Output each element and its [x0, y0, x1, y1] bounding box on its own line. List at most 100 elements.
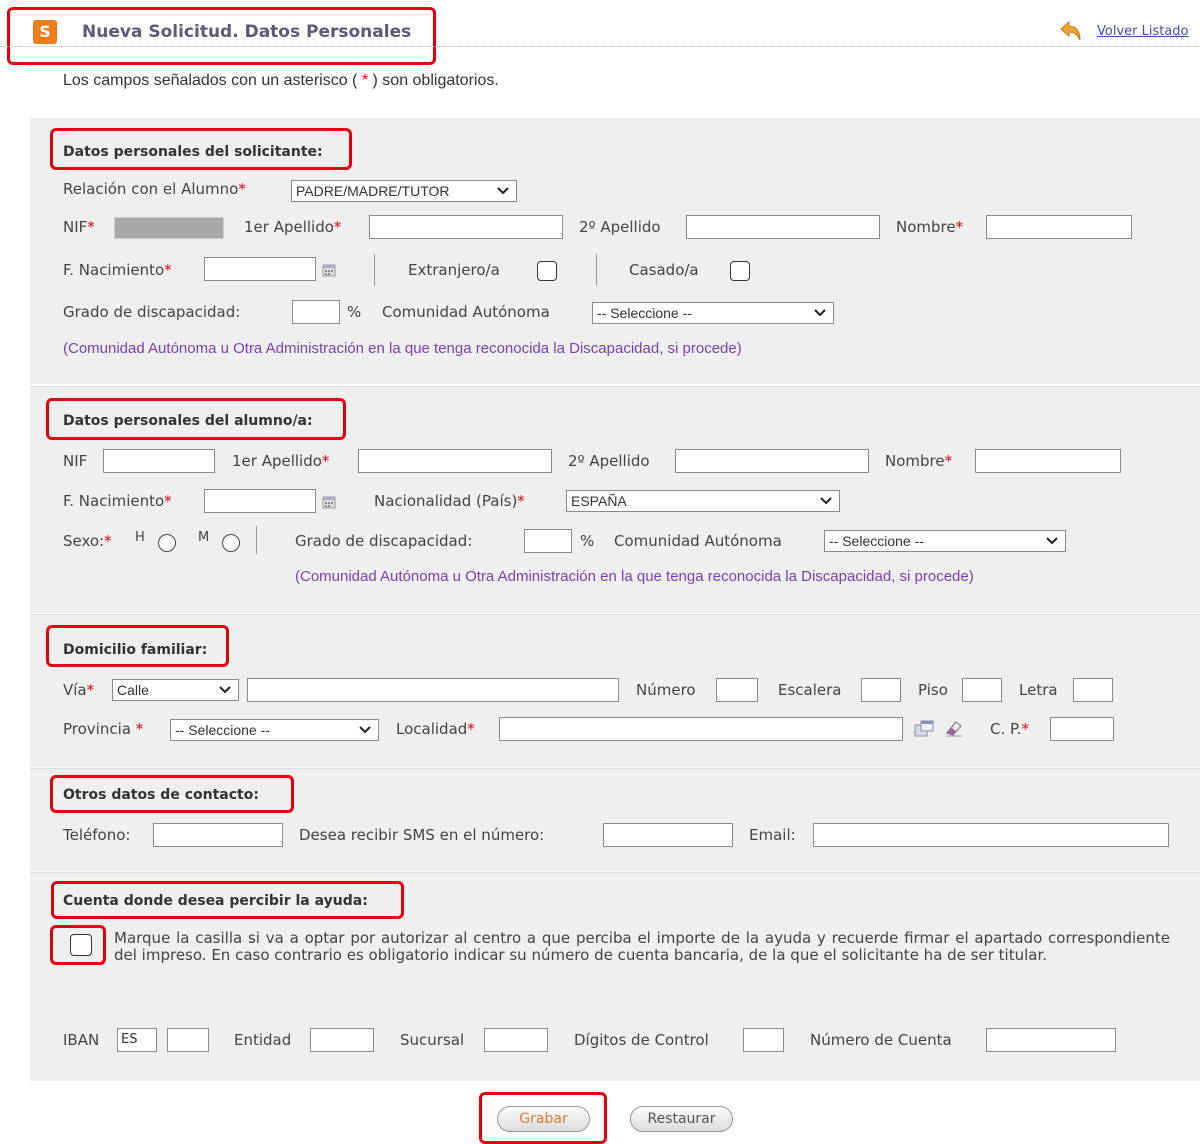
sexo-label: Sexo:* [63, 532, 112, 550]
via-name-field[interactable] [247, 678, 619, 702]
provincia-select[interactable]: -- Seleccione -- [170, 719, 379, 741]
alumno-nombre-field[interactable] [975, 449, 1121, 473]
numero-cuenta-label: Número de Cuenta [810, 1031, 952, 1049]
eraser-icon[interactable] [944, 719, 964, 737]
fnac-label: F. Nacimiento* [63, 261, 172, 279]
localidad-field[interactable] [499, 717, 903, 741]
nif-label: NIF* [63, 218, 95, 236]
alumno-comunidad-select[interactable]: -- Seleccione -- [824, 530, 1066, 552]
nacionalidad-label: Nacionalidad (País)* [374, 492, 525, 510]
iban-country-field[interactable]: ES [117, 1028, 157, 1052]
via-label: Vía* [63, 681, 95, 699]
chevron-down-icon [359, 726, 371, 734]
percent-label: % [580, 532, 595, 550]
provincia-label: Provincia * [63, 720, 144, 738]
extranjero-label: Extranjero/a [408, 261, 500, 279]
required-fields-note: Los campos señalados con un asterisco ( … [63, 72, 499, 89]
comunidad-label: Comunidad Autónoma [382, 303, 550, 321]
calendar-icon[interactable] [322, 495, 336, 509]
letra-field[interactable] [1073, 678, 1113, 702]
iban-label: IBAN [63, 1031, 100, 1049]
via-select[interactable]: Calle [112, 679, 239, 701]
alumno-comunidad-label: Comunidad Autónoma [614, 532, 782, 550]
sexo-h-label: H [135, 530, 145, 545]
chevron-down-icon [497, 187, 509, 195]
digitos-field[interactable] [743, 1028, 784, 1052]
sexo-h-radio[interactable] [158, 534, 176, 552]
numero-label: Número [636, 681, 696, 699]
nombre-field[interactable] [986, 215, 1132, 239]
divider [256, 526, 257, 554]
email-label: Email: [749, 826, 796, 844]
sms-field[interactable] [603, 823, 733, 847]
divider [374, 254, 375, 286]
alumno-apellido1-label: 1er Apellido* [232, 452, 330, 470]
alumno-nif-field[interactable] [103, 449, 215, 473]
sms-label: Desea recibir SMS en el número: [299, 826, 545, 844]
alumno-fnac-field[interactable] [204, 489, 316, 513]
comunidad-select[interactable]: -- Seleccione -- [592, 302, 834, 324]
localidad-label: Localidad* [396, 720, 475, 738]
discapacidad-label: Grado de discapacidad: [63, 303, 241, 321]
entidad-field[interactable] [310, 1028, 374, 1052]
extranjero-checkbox[interactable] [537, 261, 557, 281]
restaurar-button[interactable]: Restaurar [630, 1106, 733, 1132]
divider [596, 254, 597, 286]
alumno-apellido1-field[interactable] [358, 449, 552, 473]
discapacidad-note: (Comunidad Autónoma u Otra Administració… [63, 340, 742, 357]
nombre-label: Nombre* [896, 218, 964, 236]
apellido2-field[interactable] [686, 215, 880, 239]
sexo-m-label: M [198, 530, 210, 545]
nif-field[interactable] [114, 217, 224, 239]
telefono-label: Teléfono: [63, 826, 131, 844]
alumno-apellido2-field[interactable] [675, 449, 869, 473]
escalera-label: Escalera [778, 681, 842, 699]
escalera-field[interactable] [861, 678, 901, 702]
sucursal-field[interactable] [484, 1028, 548, 1052]
autorizar-centro-checkbox[interactable] [70, 934, 92, 956]
telefono-field[interactable] [153, 823, 283, 847]
apellido2-label: 2º Apellido [579, 218, 661, 236]
chevron-down-icon [1046, 537, 1058, 545]
grabar-button[interactable]: Grabar [497, 1106, 590, 1132]
alumno-discapacidad-label: Grado de discapacidad: [295, 532, 473, 550]
chevron-down-icon [820, 497, 832, 505]
casado-checkbox[interactable] [730, 261, 750, 281]
header-divider [0, 46, 1200, 47]
iban-check-field[interactable] [167, 1028, 209, 1052]
numero-field[interactable] [716, 678, 758, 702]
alumno-nif-label: NIF [63, 452, 88, 470]
back-arrow-icon[interactable] [1058, 20, 1082, 42]
chevron-down-icon [219, 686, 231, 694]
nacionalidad-select[interactable]: ESPAÑA [566, 490, 840, 512]
section-title-solicitante: Datos personales del solicitante: [63, 144, 323, 160]
section-title-alumno: Datos personales del alumno/a: [63, 413, 313, 429]
calendar-icon[interactable] [322, 263, 336, 277]
search-window-icon[interactable] [914, 720, 934, 738]
apellido1-field[interactable] [369, 215, 563, 239]
title-highlight-box [7, 7, 436, 65]
piso-field[interactable] [962, 678, 1002, 702]
discapacidad-field[interactable] [292, 300, 340, 324]
entidad-label: Entidad [234, 1031, 292, 1049]
alumno-discapacidad-field[interactable] [524, 529, 572, 553]
chevron-down-icon [814, 309, 826, 317]
cp-field[interactable] [1050, 717, 1114, 741]
sexo-m-radio[interactable] [222, 534, 240, 552]
piso-label: Piso [918, 681, 948, 699]
digitos-label: Dígitos de Control [574, 1031, 709, 1049]
relacion-label: Relación con el Alumno* [63, 180, 246, 198]
relacion-select[interactable]: PADRE/MADRE/TUTOR [291, 180, 517, 202]
alumno-apellido2-label: 2º Apellido [568, 452, 650, 470]
fnac-field[interactable] [204, 257, 316, 281]
email-field[interactable] [813, 823, 1169, 847]
section-title-cuenta: Cuenta donde desea percibir la ayuda: [63, 893, 368, 909]
alumno-nombre-label: Nombre* [885, 452, 953, 470]
section-title-domicilio: Domicilio familiar: [63, 642, 208, 658]
sucursal-label: Sucursal [400, 1031, 465, 1049]
back-to-list-link[interactable]: Volver Listado [1097, 24, 1189, 39]
autorizar-centro-text: Marque la casilla si va a optar por auto… [114, 929, 1170, 964]
cp-label: C. P.* [990, 720, 1029, 738]
casado-label: Casado/a [629, 261, 699, 279]
numero-cuenta-field[interactable] [986, 1028, 1116, 1052]
